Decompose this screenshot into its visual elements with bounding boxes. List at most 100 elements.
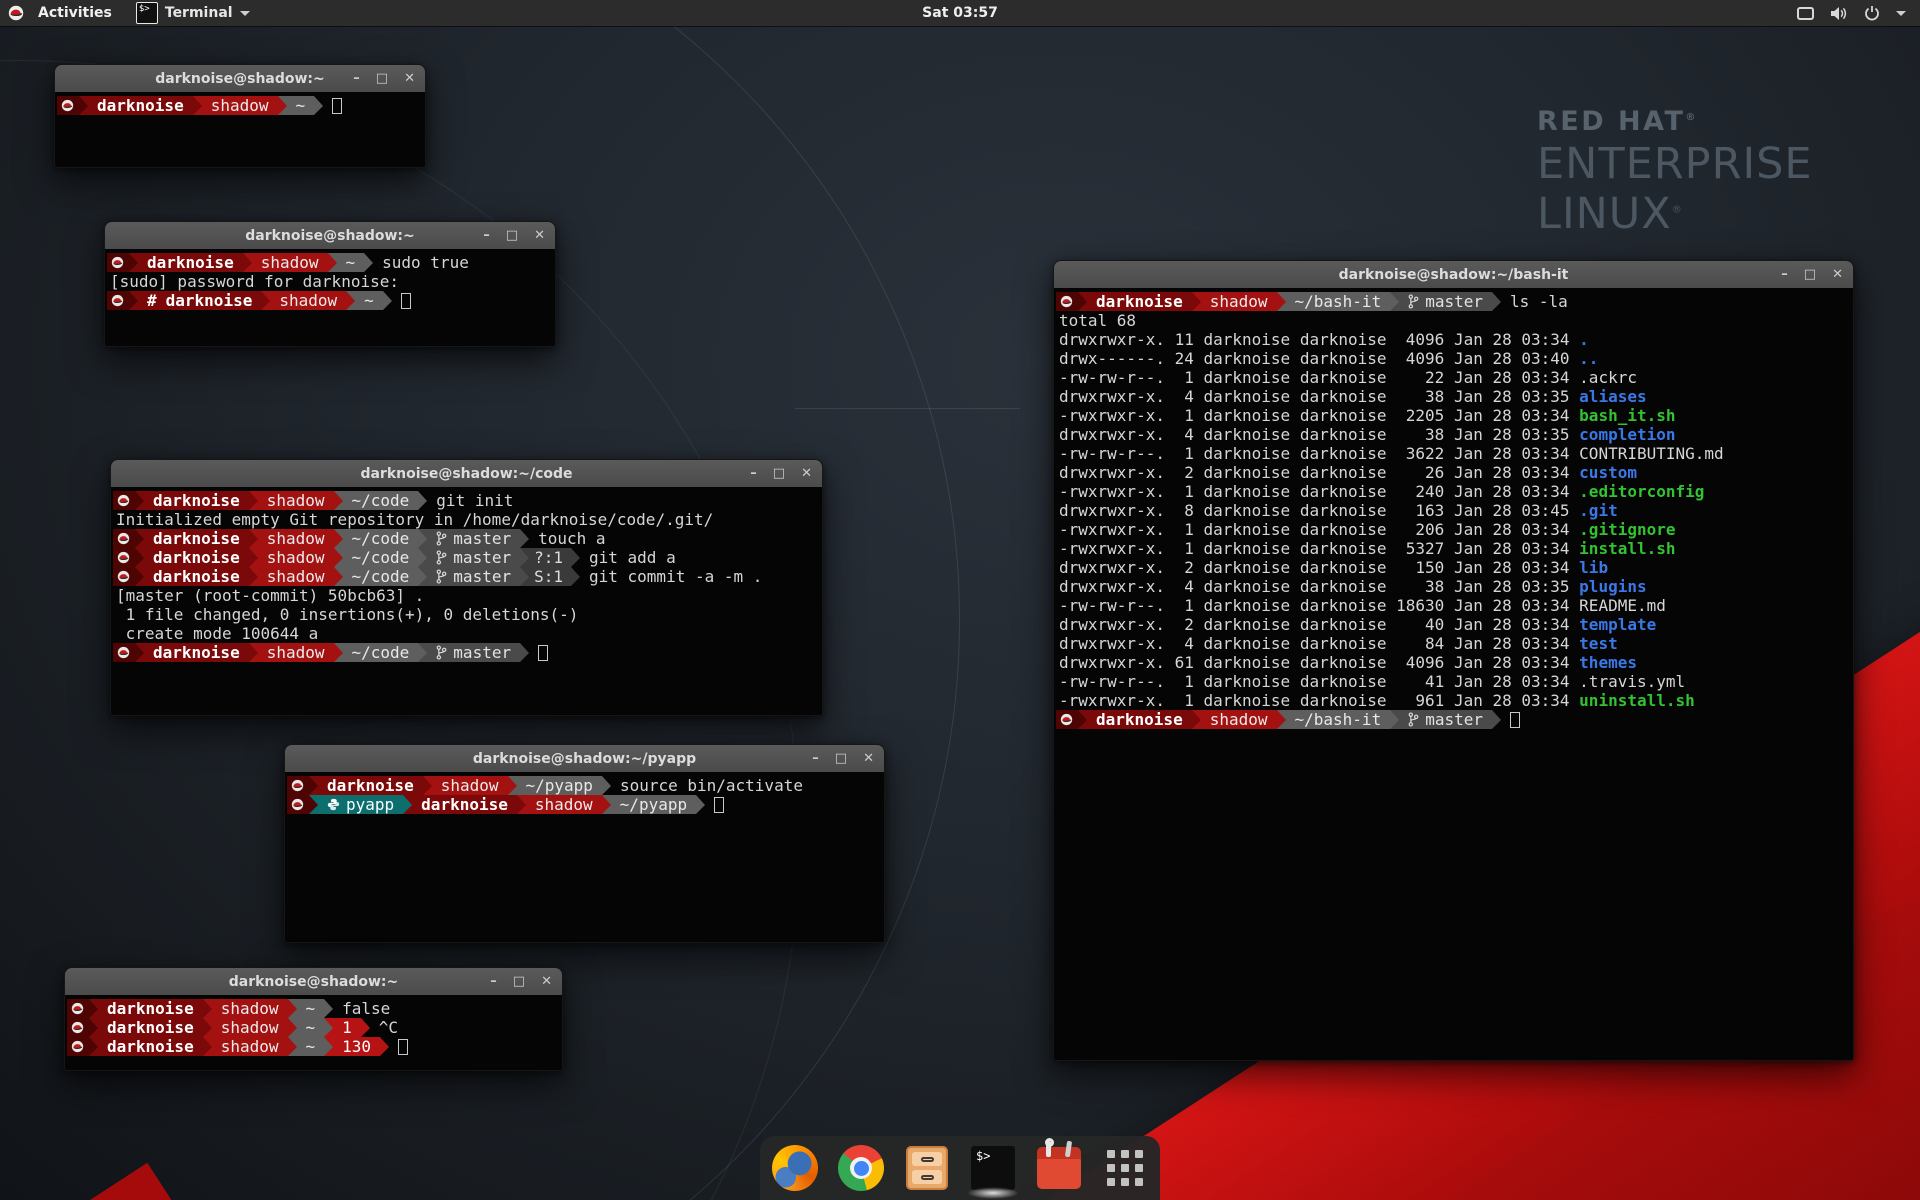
- file-row: -rw-rw-r--. 1 darknoise darknoise 18630 …: [1056, 596, 1853, 615]
- toolbox-icon[interactable]: [1036, 1145, 1082, 1191]
- terminal-content[interactable]: darknoise shadow ~/bash-it master ls -la…: [1054, 288, 1853, 729]
- maximize-icon[interactable]: □: [513, 975, 525, 988]
- maximize-icon[interactable]: □: [1804, 268, 1816, 281]
- file-row: drwxrwxr-x. 2 darknoise darknoise 150 Ja…: [1056, 558, 1853, 577]
- git-branch-icon: [436, 550, 447, 565]
- prompt-user: darknoise: [412, 795, 517, 814]
- power-icon[interactable]: [1864, 5, 1880, 21]
- redhat-icon: [57, 96, 79, 115]
- prompt-path: ~/code: [343, 567, 419, 586]
- window-titlebar[interactable]: darknoise@shadow:~/bash-it – □ ✕: [1054, 261, 1853, 288]
- prompt-path: ~/bash-it: [1286, 292, 1391, 311]
- git-staged-count: S:1: [529, 567, 571, 586]
- minimize-icon[interactable]: –: [353, 72, 360, 85]
- maximize-icon[interactable]: □: [773, 467, 785, 480]
- terminal-content[interactable]: darknoise shadow ~: [55, 92, 425, 115]
- close-icon[interactable]: ✕: [863, 752, 874, 765]
- command-text: source bin/activate: [611, 776, 803, 795]
- prompt-user-root: #darknoise: [138, 291, 261, 310]
- prompt-line: darknoise shadow ~ sudo true: [107, 253, 555, 272]
- git-branch-segment: master: [427, 529, 520, 548]
- terminal-icon[interactable]: $>: [970, 1145, 1016, 1191]
- redhat-icon: [67, 1018, 89, 1037]
- redhat-icon: [113, 548, 135, 567]
- redhat-icon: [67, 999, 89, 1018]
- file-row: -rwxrwxr-x. 1 darknoise darknoise 961 Ja…: [1056, 691, 1853, 710]
- maximize-icon[interactable]: □: [376, 72, 388, 85]
- command-text: ls -la: [1501, 292, 1568, 311]
- volume-icon[interactable]: [1830, 6, 1848, 21]
- prompt-host: shadow: [212, 999, 288, 1018]
- redhat-icon: [287, 795, 309, 814]
- file-row: drwxrwxr-x. 11 darknoise darknoise 4096 …: [1056, 330, 1853, 349]
- window-titlebar[interactable]: darknoise@shadow:~/pyapp – □ ✕: [285, 745, 884, 772]
- maximize-icon[interactable]: □: [506, 229, 518, 242]
- window-titlebar[interactable]: darknoise@shadow:~/code – □ ✕: [111, 460, 822, 487]
- file-row: -rwxrwxr-x. 1 darknoise darknoise 5327 J…: [1056, 539, 1853, 558]
- exit-code-segment: 1: [333, 1018, 361, 1037]
- redhat-icon: [113, 567, 135, 586]
- redhat-icon: [113, 643, 135, 662]
- git-branch-segment: master: [427, 548, 520, 567]
- close-icon[interactable]: ✕: [801, 467, 812, 480]
- minimize-icon[interactable]: –: [812, 752, 819, 765]
- file-row: drwxrwxr-x. 4 darknoise darknoise 38 Jan…: [1056, 425, 1853, 444]
- app-grid-icon[interactable]: [1102, 1145, 1148, 1191]
- window-titlebar[interactable]: darknoise@shadow:~ – □ ✕: [55, 65, 425, 92]
- minimize-icon[interactable]: –: [490, 975, 497, 988]
- terminal-content[interactable]: darknoise shadow ~ sudo true [sudo] pass…: [105, 249, 555, 310]
- command-text: touch a: [529, 529, 605, 548]
- window-title: darknoise@shadow:~: [229, 974, 399, 990]
- close-icon[interactable]: ✕: [541, 975, 552, 988]
- display-icon[interactable]: [1797, 7, 1814, 20]
- venv-segment: pyapp: [318, 795, 403, 814]
- command-text: git add a: [580, 548, 676, 567]
- terminal-cursor: [332, 98, 342, 114]
- minimize-icon[interactable]: –: [750, 467, 757, 480]
- prompt-line: darknoise shadow ~/code master touch a: [113, 529, 822, 548]
- prompt-path: ~/code: [343, 643, 419, 662]
- terminal-cursor: [714, 797, 724, 813]
- chrome-icon[interactable]: [838, 1145, 884, 1191]
- files-icon[interactable]: [904, 1145, 950, 1191]
- terminal-content[interactable]: darknoise shadow ~/pyapp source bin/acti…: [285, 772, 884, 814]
- window-title: darknoise@shadow:~: [245, 228, 415, 244]
- clock[interactable]: Sat 03:57: [922, 5, 998, 21]
- activities-button[interactable]: Activities: [32, 3, 118, 23]
- firefox-icon[interactable]: [772, 1145, 818, 1191]
- window-title: darknoise@shadow:~/code: [360, 466, 572, 482]
- prompt-user: darknoise: [98, 1018, 203, 1037]
- chevron-down-icon[interactable]: [1896, 11, 1906, 16]
- prompt-path: ~: [297, 1018, 325, 1037]
- window-titlebar[interactable]: darknoise@shadow:~ – □ ✕: [65, 968, 562, 995]
- redhat-icon: [107, 253, 129, 272]
- redhat-logo-icon: [8, 5, 24, 21]
- file-row: drwxrwxr-x. 8 darknoise darknoise 163 Ja…: [1056, 501, 1853, 520]
- close-icon[interactable]: ✕: [1832, 268, 1843, 281]
- file-row: -rw-rw-r--. 1 darknoise darknoise 41 Jan…: [1056, 672, 1853, 691]
- prompt-line: darknoise shadow ~ false: [67, 999, 562, 1018]
- terminal-content[interactable]: darknoise shadow ~/code git init Initial…: [111, 487, 822, 662]
- maximize-icon[interactable]: □: [835, 752, 847, 765]
- prompt-host: shadow: [212, 1037, 288, 1056]
- minimize-icon[interactable]: –: [1781, 268, 1788, 281]
- focused-app-menu[interactable]: $> Terminal: [136, 2, 250, 24]
- minimize-icon[interactable]: –: [483, 229, 490, 242]
- prompt-user: darknoise: [88, 96, 193, 115]
- prompt-line: darknoise shadow ~/pyapp source bin/acti…: [287, 776, 884, 795]
- prompt-path: ~: [337, 253, 365, 272]
- close-icon[interactable]: ✕: [534, 229, 545, 242]
- prompt-line: darknoise shadow ~/bash-it master: [1056, 710, 1853, 729]
- prompt-user: darknoise: [1087, 292, 1192, 311]
- prompt-host: shadow: [258, 491, 334, 510]
- terminal-content[interactable]: darknoise shadow ~ false darknoise shado…: [65, 995, 562, 1056]
- window-titlebar[interactable]: darknoise@shadow:~ – □ ✕: [105, 222, 555, 249]
- focused-app-name: Terminal: [165, 5, 233, 21]
- terminal-cursor: [1510, 712, 1520, 728]
- terminal-window-sudo: darknoise@shadow:~ – □ ✕ darknoise shado…: [104, 221, 556, 347]
- file-row: drwxrwxr-x. 4 darknoise darknoise 84 Jan…: [1056, 634, 1853, 653]
- terminal-cursor: [538, 645, 548, 661]
- prompt-path: ~: [355, 291, 383, 310]
- close-icon[interactable]: ✕: [404, 72, 415, 85]
- git-branch-icon: [436, 531, 447, 546]
